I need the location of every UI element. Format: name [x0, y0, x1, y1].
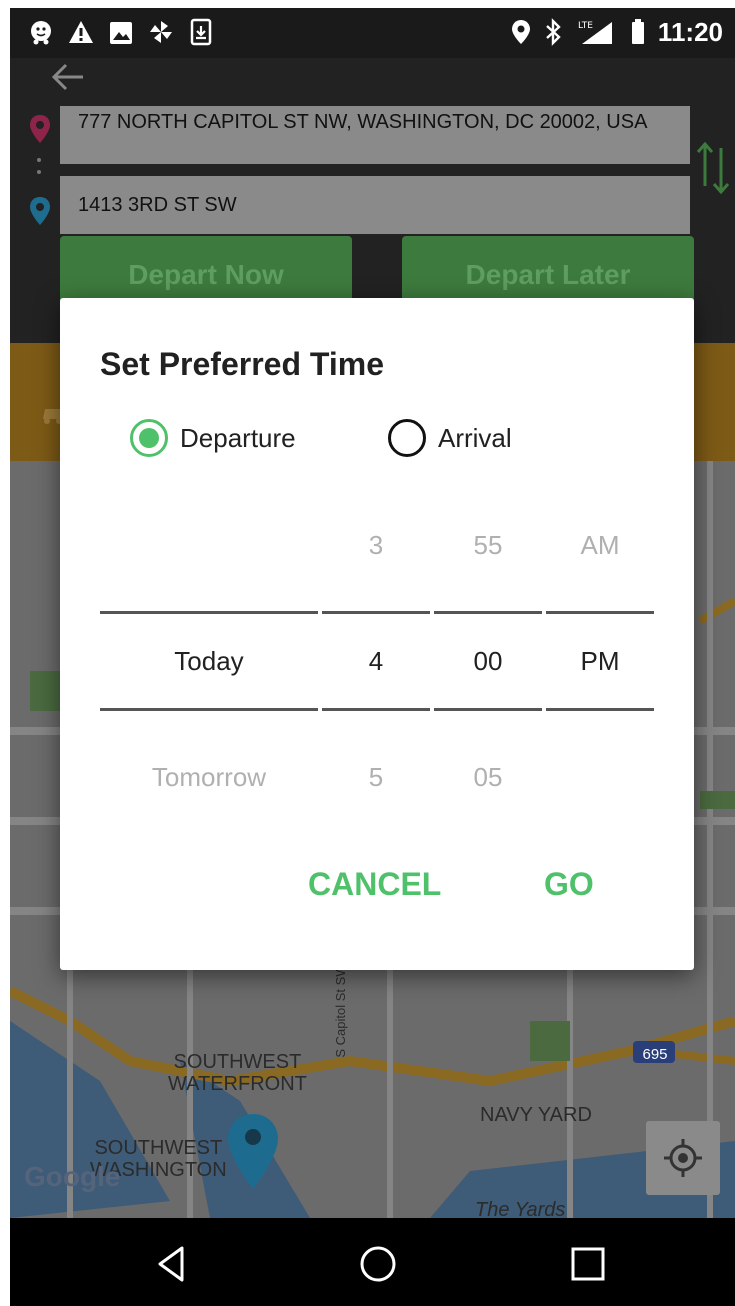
destination-field[interactable]: 1413 3RD ST SW	[60, 176, 690, 234]
interstate-shield: 695	[642, 1046, 668, 1063]
map-label-southwest-waterfront: SOUTHWEST WATERFRONT	[168, 1051, 307, 1095]
cancel-button[interactable]: CANCEL	[308, 866, 441, 903]
picker-divider	[434, 708, 542, 711]
minute-current[interactable]: 00	[434, 646, 542, 677]
departure-radio[interactable]: Departure	[130, 418, 296, 458]
radio-unchecked-icon	[388, 419, 426, 457]
bluetooth-icon	[546, 18, 561, 46]
swap-direction-icon[interactable]	[693, 138, 733, 198]
set-time-dialog: Set Preferred Time Departure Arrival Tod…	[60, 298, 694, 970]
back-arrow-icon[interactable]	[50, 62, 86, 92]
recents-nav-icon[interactable]	[566, 1242, 610, 1286]
map-label-the-yards: The Yards	[475, 1199, 566, 1218]
hour-next[interactable]: 5	[322, 762, 430, 793]
dialog-title: Set Preferred Time	[100, 346, 384, 382]
phone-screen: LTE 11:20 777 NORTH CAPITOL ST NW, WASHI…	[10, 8, 735, 1306]
picker-divider	[434, 611, 542, 614]
picker-divider	[546, 611, 654, 614]
hour-current[interactable]: 4	[322, 646, 430, 677]
picker-divider	[322, 611, 430, 614]
departure-label: Departure	[180, 422, 296, 453]
battery-icon	[632, 19, 644, 44]
pinwheel-icon	[150, 21, 172, 43]
location-icon	[512, 20, 530, 44]
picker-divider	[546, 708, 654, 711]
depart-later-button[interactable]: Depart Later	[402, 236, 694, 306]
destination-pin-icon	[30, 197, 50, 225]
arrival-label: Arrival	[438, 422, 512, 453]
download-icon	[190, 18, 212, 46]
radio-checked-icon	[130, 419, 168, 457]
home-nav-icon[interactable]	[356, 1242, 400, 1286]
day-next[interactable]: Tomorrow	[100, 762, 318, 793]
origin-pin-icon	[30, 115, 50, 143]
minute-next[interactable]: 05	[434, 762, 542, 793]
warning-icon	[69, 21, 93, 43]
picker-divider	[100, 708, 318, 711]
status-bar: LTE 11:20	[10, 8, 735, 58]
ampm-picker[interactable]: AM PM	[546, 530, 654, 820]
origin-field[interactable]: 777 NORTH CAPITOL ST NW, WASHINGTON, DC …	[60, 106, 690, 164]
crosshair-icon	[664, 1139, 702, 1177]
go-button[interactable]: GO	[544, 866, 594, 903]
image-icon	[110, 22, 132, 44]
picker-divider	[322, 708, 430, 711]
hour-picker[interactable]: 3 4 5	[322, 530, 430, 820]
depart-now-button[interactable]: Depart Now	[60, 236, 352, 306]
waze-icon	[31, 21, 51, 45]
ampm-prev[interactable]: AM	[546, 530, 654, 561]
day-current[interactable]: Today	[100, 646, 318, 677]
ampm-current[interactable]: PM	[546, 646, 654, 677]
day-picker[interactable]: Today Tomorrow	[100, 530, 318, 820]
hour-prev[interactable]: 3	[322, 530, 430, 561]
google-logo: Google	[24, 1161, 121, 1192]
map-label-navy-yard: NAVY YARD	[480, 1104, 592, 1126]
picker-divider	[100, 611, 318, 614]
clock: 11:20	[657, 17, 723, 47]
system-nav-bar	[10, 1218, 735, 1306]
back-nav-icon[interactable]	[150, 1242, 194, 1286]
svg-text:LTE: LTE	[578, 21, 593, 31]
minute-prev[interactable]: 55	[434, 530, 542, 561]
lte-signal-icon: LTE	[578, 21, 612, 44]
route-dot	[37, 170, 41, 174]
my-location-button[interactable]	[646, 1121, 720, 1195]
arrival-radio[interactable]: Arrival	[388, 418, 512, 458]
minute-picker[interactable]: 55 00 05	[434, 530, 542, 820]
route-dot	[37, 158, 41, 162]
